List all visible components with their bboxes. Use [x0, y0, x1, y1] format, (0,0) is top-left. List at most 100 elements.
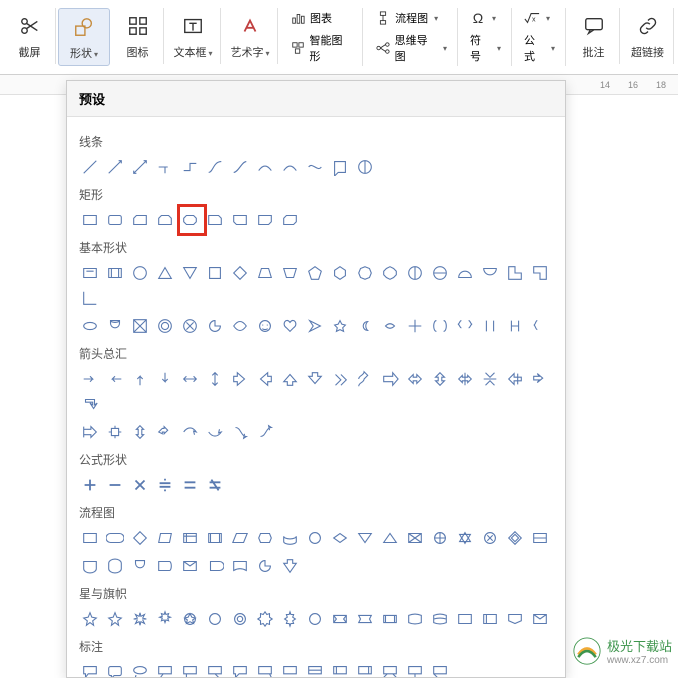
shape-item[interactable]	[129, 315, 151, 337]
shape-item[interactable]	[404, 315, 426, 337]
shape-item[interactable]	[304, 661, 326, 677]
shape-item[interactable]	[379, 262, 401, 284]
formula-label-row[interactable]: 公式▾	[520, 30, 559, 66]
shape-item[interactable]	[79, 661, 101, 677]
shape-item[interactable]	[529, 608, 551, 630]
shape-item[interactable]	[129, 368, 151, 390]
shape-item[interactable]	[254, 368, 276, 390]
shape-item[interactable]	[279, 661, 301, 677]
shape-item[interactable]	[229, 368, 251, 390]
shape-item[interactable]	[479, 608, 501, 630]
shape-item[interactable]	[154, 315, 176, 337]
shape-item[interactable]	[429, 262, 451, 284]
shape-item[interactable]	[204, 156, 226, 178]
shape-item[interactable]	[204, 262, 226, 284]
shape-item[interactable]	[129, 262, 151, 284]
shape-item[interactable]	[329, 527, 351, 549]
shape-item[interactable]	[379, 608, 401, 630]
shape-item[interactable]	[129, 555, 151, 577]
shape-item[interactable]	[204, 421, 226, 443]
shape-item[interactable]	[204, 527, 226, 549]
shape-item[interactable]	[279, 156, 301, 178]
shape-item[interactable]	[79, 368, 101, 390]
hyperlink-button[interactable]: 超链接	[622, 8, 674, 64]
shape-item[interactable]	[254, 421, 276, 443]
shape-item[interactable]	[404, 661, 426, 677]
shape-item[interactable]	[329, 608, 351, 630]
shape-item[interactable]	[304, 368, 326, 390]
textbox-button[interactable]: 文本框▾	[166, 8, 221, 64]
shape-item[interactable]	[404, 368, 426, 390]
shape-item[interactable]	[154, 262, 176, 284]
formula-button[interactable]: x ▾	[520, 8, 559, 28]
shape-item[interactable]	[79, 287, 101, 309]
shape-item[interactable]	[229, 315, 251, 337]
shape-item[interactable]	[329, 661, 351, 677]
shape-item[interactable]	[504, 262, 526, 284]
shape-item[interactable]	[204, 661, 226, 677]
shape-item[interactable]	[354, 156, 376, 178]
shape-item[interactable]	[279, 527, 301, 549]
shape-item[interactable]	[329, 156, 351, 178]
shape-item[interactable]	[154, 527, 176, 549]
shape-item[interactable]	[329, 262, 351, 284]
shape-item[interactable]	[379, 527, 401, 549]
shape-item[interactable]	[479, 262, 501, 284]
shape-item[interactable]	[79, 421, 101, 443]
shape-item[interactable]	[229, 608, 251, 630]
shape-item[interactable]	[254, 608, 276, 630]
shape-item[interactable]	[404, 608, 426, 630]
shape-item[interactable]	[479, 315, 501, 337]
shape-item[interactable]	[279, 209, 301, 231]
shape-item[interactable]	[229, 661, 251, 677]
shape-item[interactable]	[454, 608, 476, 630]
shape-item[interactable]	[229, 156, 251, 178]
shape-item[interactable]	[154, 608, 176, 630]
shape-item[interactable]	[179, 315, 201, 337]
symbol-button[interactable]: Ω ▾	[466, 8, 505, 28]
shape-item[interactable]	[479, 527, 501, 549]
shape-item[interactable]	[404, 262, 426, 284]
shape-item[interactable]	[229, 209, 251, 231]
shape-item[interactable]	[329, 315, 351, 337]
shape-item[interactable]	[254, 527, 276, 549]
shape-item[interactable]	[129, 209, 151, 231]
shape-item[interactable]	[179, 421, 201, 443]
shape-item[interactable]	[454, 368, 476, 390]
shape-item[interactable]	[129, 608, 151, 630]
shape-item[interactable]	[179, 474, 201, 496]
shape-item[interactable]	[129, 527, 151, 549]
shape-item[interactable]	[204, 608, 226, 630]
shape-item[interactable]	[279, 608, 301, 630]
shape-item[interactable]	[154, 209, 176, 231]
shape-item[interactable]	[429, 368, 451, 390]
shape-item[interactable]	[529, 368, 551, 390]
shape-item[interactable]	[429, 315, 451, 337]
shape-item[interactable]	[204, 209, 226, 231]
shape-item[interactable]	[104, 368, 126, 390]
shape-item[interactable]	[179, 156, 201, 178]
shape-item[interactable]	[179, 262, 201, 284]
shape-item[interactable]	[79, 474, 101, 496]
shape-item[interactable]	[204, 368, 226, 390]
shape-item[interactable]	[104, 421, 126, 443]
shape-item[interactable]	[454, 527, 476, 549]
shape-item[interactable]	[254, 315, 276, 337]
shapes-button[interactable]: 形状▾	[58, 8, 110, 66]
screenshot-button[interactable]: 截屏	[4, 8, 56, 64]
shape-item[interactable]	[454, 315, 476, 337]
shape-item[interactable]	[354, 661, 376, 677]
shape-item[interactable]	[504, 527, 526, 549]
shape-item[interactable]	[229, 421, 251, 443]
shape-item[interactable]	[104, 262, 126, 284]
shape-item[interactable]	[304, 527, 326, 549]
chart-button[interactable]: 图表	[286, 8, 356, 28]
shape-item[interactable]	[129, 474, 151, 496]
shape-item[interactable]	[79, 555, 101, 577]
shape-item[interactable]	[79, 393, 101, 415]
shape-item[interactable]	[104, 527, 126, 549]
shape-item[interactable]	[504, 608, 526, 630]
shape-item[interactable]	[154, 474, 176, 496]
shape-item[interactable]	[79, 527, 101, 549]
shape-item[interactable]	[354, 368, 376, 390]
